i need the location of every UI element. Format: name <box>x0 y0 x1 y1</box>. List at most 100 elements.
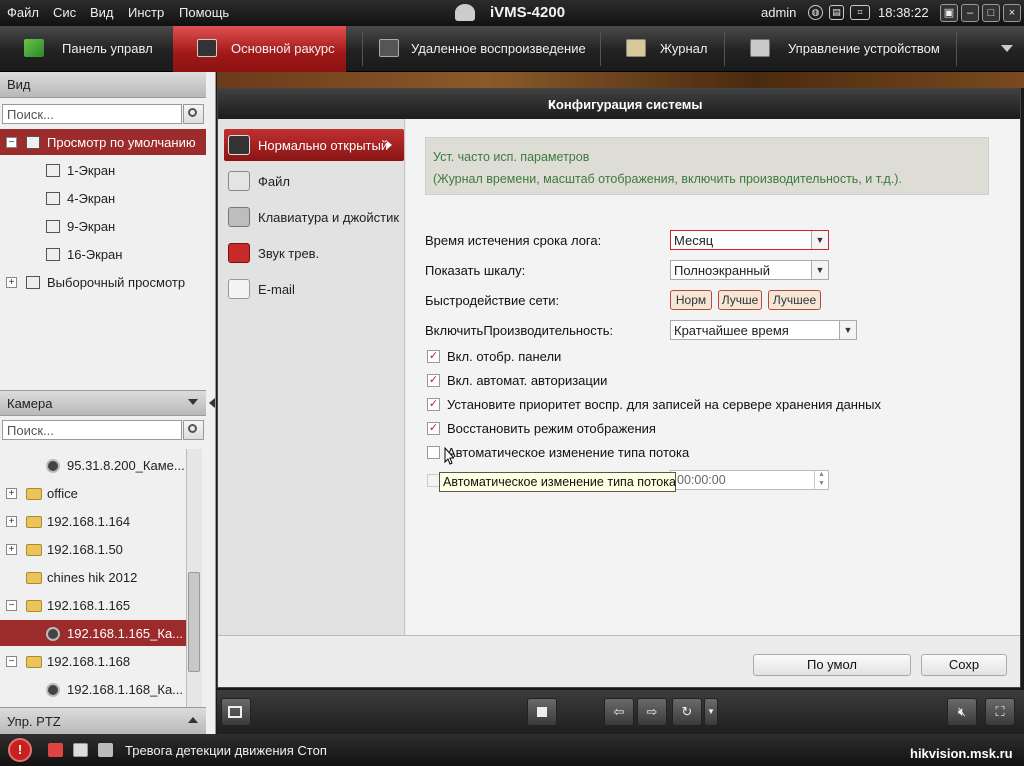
camera-panel-title: Камера <box>7 396 53 411</box>
tree-item-1-screen[interactable]: 1-Экран <box>0 157 206 183</box>
alarm-mute-icon[interactable] <box>48 743 63 757</box>
menu-view[interactable]: Вид <box>90 5 114 20</box>
chevron-down-icon[interactable]: ▼ <box>811 261 828 279</box>
tab-control-panel[interactable]: Панель управл <box>0 26 172 72</box>
checkbox-show-panel[interactable]: ✓ <box>427 350 440 363</box>
scrollbar-thumb[interactable] <box>188 572 200 672</box>
tab-main-view[interactable]: Основной ракурс <box>173 26 346 72</box>
tree-item-folder[interactable]: + 192.168.1.50 <box>0 536 186 562</box>
checkbox-auto-stream-type[interactable]: ✓ <box>427 446 440 459</box>
previous-page-button[interactable]: ⇦ <box>604 698 634 726</box>
maximize-icon[interactable]: □ <box>982 4 1000 22</box>
collapse-icon[interactable]: − <box>6 656 17 667</box>
sound-icon[interactable] <box>98 743 113 757</box>
checkbox-auto-login[interactable]: ✓ <box>427 374 440 387</box>
cycle-button[interactable]: ↻ <box>672 698 702 726</box>
nav-keyboard-joystick[interactable]: Клавиатура и джойстик <box>224 201 404 233</box>
menu-system[interactable]: Сис <box>53 5 76 20</box>
camera-search-button[interactable] <box>183 420 204 440</box>
cycle-options-button[interactable]: ▼ <box>704 698 718 726</box>
nav-alarm-sound[interactable]: Звук трев. <box>224 237 404 269</box>
collapse-icon[interactable]: − <box>6 137 17 148</box>
live-view-background <box>217 72 1024 88</box>
tree-item-camera[interactable]: 95.31.8.200_Каме... <box>0 452 186 478</box>
mouse-cursor-icon <box>444 447 454 465</box>
tab-device-management[interactable]: Управление устройством <box>726 26 956 72</box>
expand-icon[interactable]: + <box>6 516 17 527</box>
chevron-down-icon[interactable]: ▼ <box>811 231 828 249</box>
email-icon <box>228 279 250 299</box>
nav-label: Звук трев. <box>258 246 320 261</box>
fullscreen-button[interactable]: ⛶ <box>985 698 1015 726</box>
chevron-right-icon <box>387 141 392 149</box>
tab-log[interactable]: Журнал <box>602 26 722 72</box>
view-panel-header[interactable]: Вид <box>0 72 206 98</box>
tree-item-9-screen[interactable]: 9-Экран <box>0 213 206 239</box>
tab-label: Панель управл <box>62 41 153 56</box>
network-globe-icon[interactable]: ◍ <box>808 5 823 20</box>
tab-remote-playback[interactable]: Удаленное воспроизведение <box>355 26 600 72</box>
collapse-panel-icon[interactable] <box>209 398 215 408</box>
alarm-warning-icon[interactable]: ! <box>8 738 32 762</box>
stepper-down-icon[interactable]: ▼ <box>814 480 828 489</box>
view-search-button[interactable] <box>183 104 204 124</box>
clear-alarms-icon[interactable] <box>73 743 88 757</box>
collapse-icon[interactable]: − <box>6 600 17 611</box>
stop-all-button[interactable] <box>527 698 557 726</box>
tree-item-folder[interactable]: chines hik 2012 <box>0 564 186 590</box>
checkbox-restore-view[interactable]: ✓ <box>427 422 440 435</box>
lock-icon[interactable]: ▣ <box>940 4 958 22</box>
chevron-down-icon[interactable]: ▼ <box>839 321 856 339</box>
tab-label: Управление устройством <box>788 41 940 56</box>
expand-icon[interactable]: + <box>6 488 17 499</box>
menu-help[interactable]: Помощь <box>179 5 229 20</box>
nav-email[interactable]: E-mail <box>224 273 404 305</box>
log-expiry-select[interactable]: Месяц ▼ <box>670 230 829 250</box>
time-stepper[interactable]: 00:00:00 ▲ ▼ <box>670 470 829 490</box>
camera-panel-header[interactable]: Камера <box>0 390 206 416</box>
network-better-option[interactable]: Лучше <box>718 290 762 310</box>
folder-icon <box>26 544 42 556</box>
network-best-option[interactable]: Лучшее <box>768 290 821 310</box>
view-search-input[interactable]: Поиск... <box>2 104 182 124</box>
layout-select-button[interactable] <box>221 698 251 726</box>
camera-search-input[interactable]: Поиск... <box>2 420 182 440</box>
chevron-down-icon[interactable] <box>188 399 198 405</box>
tree-item-folder[interactable]: − 192.168.1.168 <box>0 648 186 674</box>
cpu-icon[interactable]: ⌗ <box>850 5 870 20</box>
next-page-button[interactable]: ⇨ <box>637 698 667 726</box>
expand-icon[interactable]: + <box>6 544 17 555</box>
tree-item-folder[interactable]: + office <box>0 480 186 506</box>
chevron-up-icon[interactable] <box>188 717 198 723</box>
dialog-close-icon[interactable]: × <box>548 97 556 112</box>
ptz-panel-header[interactable]: Упр. PTZ <box>0 707 206 734</box>
close-icon[interactable]: × <box>1003 4 1021 22</box>
expand-icon[interactable]: + <box>6 277 17 288</box>
folder-icon <box>26 656 42 668</box>
minimize-icon[interactable]: – <box>961 4 979 22</box>
tree-item-custom-view[interactable]: + Выборочный просмотр <box>0 269 206 295</box>
tree-item-folder[interactable]: − 192.168.1.165 <box>0 592 186 618</box>
checkbox-storage-priority[interactable]: ✓ <box>427 398 440 411</box>
disk-icon[interactable]: ▤ <box>829 5 844 20</box>
menu-tools[interactable]: Инстр <box>128 5 164 20</box>
network-normal-option[interactable]: Норм <box>670 290 712 310</box>
show-scale-select[interactable]: Полноэкранный ▼ <box>670 260 829 280</box>
tree-item-4-screen[interactable]: 4-Экран <box>0 185 206 211</box>
tree-item-camera[interactable]: 192.168.1.168_Ка... <box>0 676 186 702</box>
stepper-up-icon[interactable]: ▲ <box>814 471 828 480</box>
menu-file[interactable]: Файл <box>7 5 39 20</box>
nav-general[interactable]: Нормально открытый <box>224 129 404 161</box>
tree-item-folder[interactable]: + 192.168.1.164 <box>0 508 186 534</box>
clock: 18:38:22 <box>878 5 929 20</box>
default-button[interactable]: По умол <box>753 654 911 676</box>
tree-item-16-screen[interactable]: 16-Экран <box>0 241 206 267</box>
nav-file[interactable]: Файл <box>224 165 404 197</box>
device-icon <box>750 39 770 57</box>
save-button[interactable]: Сохр <box>921 654 1007 676</box>
tree-item-default-view[interactable]: − Просмотр по умолчанию <box>0 129 206 155</box>
tree-item-camera[interactable]: 192.168.1.165_Ка... <box>0 620 186 646</box>
tab-dropdown-icon[interactable] <box>1001 45 1013 52</box>
mute-button[interactable]: 🔇︎ <box>947 698 977 726</box>
performance-select[interactable]: Кратчайшее время ▼ <box>670 320 857 340</box>
